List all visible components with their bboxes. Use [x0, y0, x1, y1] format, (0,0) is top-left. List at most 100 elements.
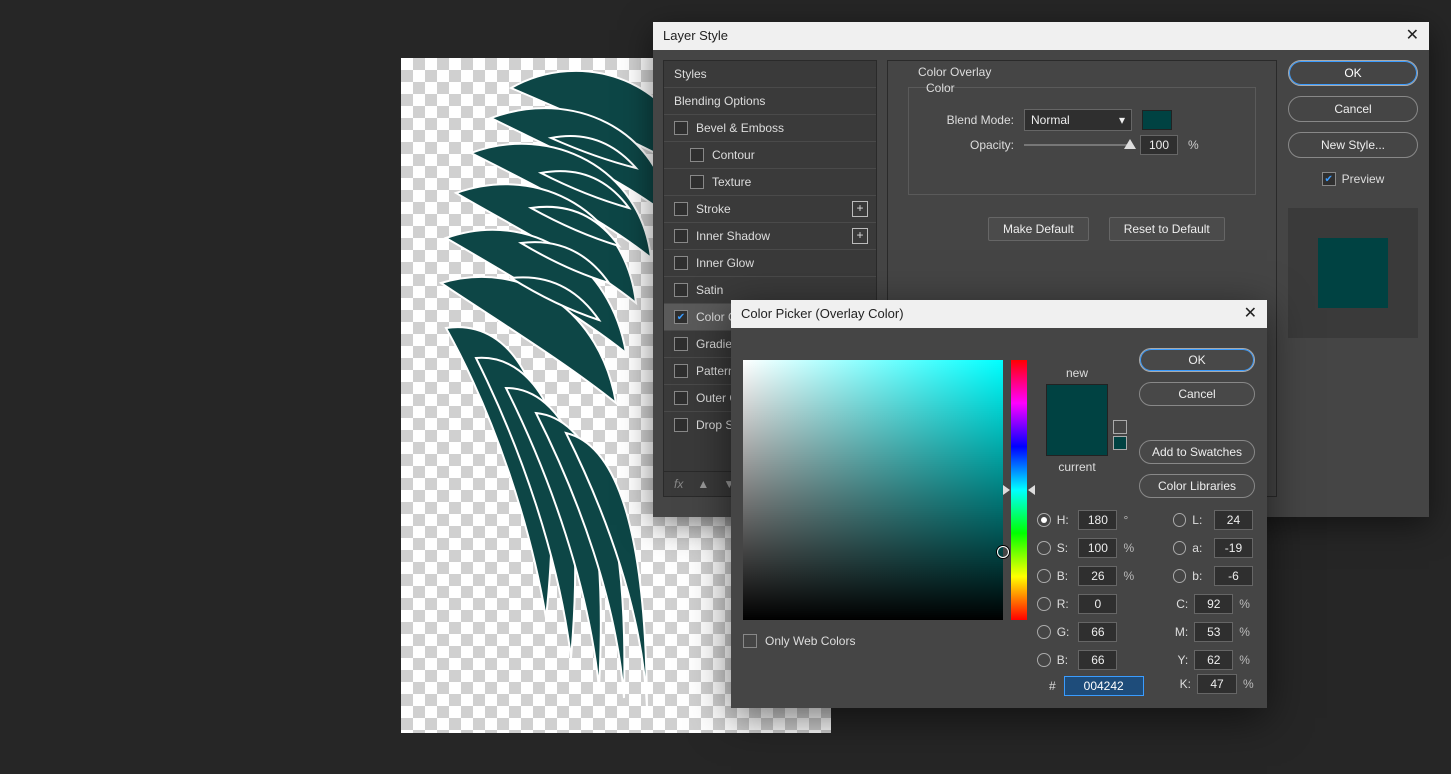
fx-label: fx [674, 477, 683, 491]
a-input[interactable]: -19 [1214, 538, 1253, 558]
c-unit: % [1239, 597, 1253, 611]
opacity-slider[interactable] [1024, 144, 1130, 146]
stroke-checkbox[interactable] [674, 202, 688, 216]
hue-slider[interactable] [1011, 360, 1027, 620]
settings-group-title: Color Overlay [918, 65, 991, 79]
a-label: a: [1192, 541, 1208, 555]
l-radio[interactable] [1173, 513, 1187, 527]
r-label: R: [1057, 597, 1073, 611]
texture-row[interactable]: Texture [664, 168, 876, 195]
opacity-input[interactable]: 100 [1140, 135, 1178, 155]
bevel-emboss-row[interactable]: Bevel & Emboss [664, 114, 876, 141]
s-unit: % [1123, 541, 1137, 555]
add-inner-shadow-icon[interactable]: + [852, 228, 868, 244]
outer-glow-checkbox[interactable] [674, 391, 688, 405]
h-label: H: [1057, 513, 1073, 527]
only-web-colors-row[interactable]: Only Web Colors [743, 634, 855, 648]
s-input[interactable]: 100 [1078, 538, 1117, 558]
close-icon[interactable]: ✕ [1244, 300, 1257, 328]
new-label: new [1041, 366, 1113, 380]
contour-checkbox[interactable] [690, 148, 704, 162]
slider-thumb-icon[interactable] [1124, 139, 1136, 149]
layer-style-titlebar[interactable]: Layer Style ✕ [653, 22, 1429, 50]
rgb-b-label: B: [1057, 653, 1073, 667]
new-current-swatches[interactable] [1046, 384, 1108, 456]
rgb-b-input[interactable]: 66 [1078, 650, 1117, 670]
b-label: B: [1057, 569, 1073, 583]
s-label: S: [1057, 541, 1073, 555]
new-style-button[interactable]: New Style... [1288, 132, 1418, 158]
hue-arrow-right-icon[interactable] [1028, 485, 1035, 495]
b-input[interactable]: 26 [1078, 566, 1117, 586]
blending-options-row[interactable]: Blending Options [664, 87, 876, 114]
hex-hash-label: # [1049, 679, 1056, 693]
l-input[interactable]: 24 [1214, 510, 1253, 530]
lab-b-radio[interactable] [1173, 569, 1187, 583]
color-selection-ring-icon[interactable] [997, 546, 1009, 558]
y-unit: % [1239, 653, 1253, 667]
opacity-unit: % [1188, 138, 1199, 152]
texture-checkbox[interactable] [690, 175, 704, 189]
saturation-value-field[interactable] [743, 360, 1003, 620]
g-label: G: [1057, 625, 1073, 639]
k-label: K: [1175, 677, 1191, 691]
lab-b-input[interactable]: -6 [1214, 566, 1253, 586]
gamut-color-chip-icon[interactable] [1113, 436, 1127, 450]
only-web-colors-checkbox[interactable] [743, 634, 757, 648]
settings-sub-title: Color [926, 81, 955, 95]
color-overlay-checkbox[interactable] [674, 310, 688, 324]
y-label: Y: [1173, 653, 1189, 667]
cancel-button[interactable]: Cancel [1139, 382, 1255, 406]
blend-mode-dropdown[interactable]: Normal ▾ [1024, 109, 1132, 131]
hex-input[interactable]: 004242 [1064, 676, 1144, 696]
satin-checkbox[interactable] [674, 283, 688, 297]
add-stroke-icon[interactable]: + [852, 201, 868, 217]
hex-row: # 004242 [1049, 676, 1144, 696]
reset-default-button[interactable]: Reset to Default [1109, 217, 1225, 241]
inner-glow-row[interactable]: Inner Glow [664, 249, 876, 276]
y-input[interactable]: 62 [1194, 650, 1233, 670]
hue-arrow-left-icon[interactable] [1003, 485, 1010, 495]
preview-checkbox[interactable] [1322, 172, 1336, 186]
m-input[interactable]: 53 [1194, 622, 1233, 642]
ok-button[interactable]: OK [1288, 60, 1418, 86]
s-radio[interactable] [1037, 541, 1051, 555]
cancel-button[interactable]: Cancel [1288, 96, 1418, 122]
blend-mode-label: Blend Mode: [936, 113, 1014, 127]
ok-button[interactable]: OK [1139, 348, 1255, 372]
h-input[interactable]: 180 [1078, 510, 1117, 530]
inner-shadow-checkbox[interactable] [674, 229, 688, 243]
bevel-checkbox[interactable] [674, 121, 688, 135]
gradient-overlay-checkbox[interactable] [674, 337, 688, 351]
h-radio[interactable] [1037, 513, 1051, 527]
inner-shadow-row[interactable]: Inner Shadow+ [664, 222, 876, 249]
g-radio[interactable] [1037, 625, 1051, 639]
color-values-grid: H: 180 ° L: 24 S: 100 % a: -19 [1037, 506, 1253, 674]
b-radio[interactable] [1037, 569, 1051, 583]
chevron-down-icon: ▾ [1119, 113, 1125, 127]
contour-row[interactable]: Contour [664, 141, 876, 168]
k-input[interactable]: 47 [1197, 674, 1237, 694]
overlay-color-swatch[interactable] [1142, 110, 1172, 130]
a-radio[interactable] [1173, 541, 1187, 555]
c-input[interactable]: 92 [1194, 594, 1233, 614]
color-picker-titlebar[interactable]: Color Picker (Overlay Color) ✕ [731, 300, 1267, 328]
r-radio[interactable] [1037, 597, 1051, 611]
pattern-overlay-checkbox[interactable] [674, 364, 688, 378]
rgb-b-radio[interactable] [1037, 653, 1051, 667]
arrow-up-icon[interactable]: ▲ [697, 477, 709, 491]
satin-row[interactable]: Satin [664, 276, 876, 303]
layer-style-title: Layer Style [663, 22, 728, 50]
gamut-warning-icon[interactable] [1113, 420, 1127, 434]
close-icon[interactable]: ✕ [1406, 22, 1419, 50]
l-label: L: [1192, 513, 1208, 527]
color-libraries-button[interactable]: Color Libraries [1139, 474, 1255, 498]
stroke-row[interactable]: Stroke+ [664, 195, 876, 222]
drop-shadow-checkbox[interactable] [674, 418, 688, 432]
make-default-button[interactable]: Make Default [988, 217, 1089, 241]
add-swatches-button[interactable]: Add to Swatches [1139, 440, 1255, 464]
styles-row[interactable]: Styles [664, 61, 876, 87]
inner-glow-checkbox[interactable] [674, 256, 688, 270]
g-input[interactable]: 66 [1078, 622, 1117, 642]
r-input[interactable]: 0 [1078, 594, 1117, 614]
